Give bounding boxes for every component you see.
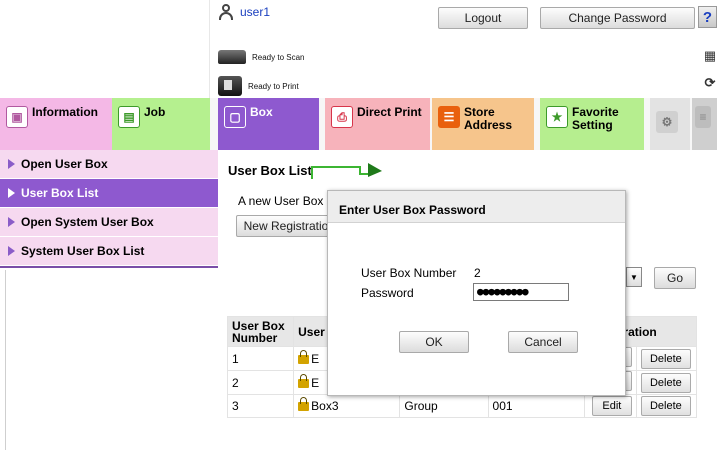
direct-print-icon: ⎙ <box>331 106 353 128</box>
lock-icon <box>298 373 310 388</box>
tab-information[interactable]: ▣ Information <box>0 98 112 150</box>
box-number-cell: 1 <box>226 346 295 371</box>
edit-button[interactable]: Edit <box>591 396 632 416</box>
box-owner-cell: 001 <box>487 394 585 418</box>
password-label: Password <box>361 286 414 300</box>
dialog-title: Enter User Box Password <box>328 191 625 223</box>
box-number-cell: 2 <box>226 370 295 395</box>
box-number-cell: 3 <box>226 394 295 418</box>
tab-store-address[interactable]: ☰ Store Address <box>432 98 534 150</box>
divider <box>5 270 6 450</box>
delete-button[interactable]: Delete <box>640 396 691 416</box>
sidebar-item-open-system-user-box[interactable]: Open System User Box <box>0 208 218 237</box>
triangle-right-icon <box>8 159 15 169</box>
sidebar: Open User Box User Box List Open System … <box>0 150 218 268</box>
password-dialog: Enter User Box Password User Box Number … <box>327 190 626 396</box>
ok-button[interactable]: OK <box>399 331 469 353</box>
sidebar-item-user-box-list[interactable]: User Box List <box>0 179 218 208</box>
username-link[interactable]: user1 <box>240 5 270 19</box>
help-button[interactable]: ? <box>698 6 717 28</box>
logout-button[interactable]: Logout <box>438 7 528 29</box>
password-field[interactable]: ●●●●●●●●● <box>473 283 569 301</box>
job-icon: ▤ <box>118 106 140 128</box>
box-name-cell: Box3 <box>293 394 401 418</box>
table-row: 3 Box3 Group 001 Edit Delete <box>226 394 698 418</box>
page-title: User Box List <box>228 163 312 178</box>
triangle-right-icon <box>8 188 15 198</box>
box-type-cell: Group <box>399 394 489 418</box>
printer-icon <box>218 76 242 96</box>
print-status-text: Ready to Print <box>248 81 299 91</box>
refresh-icon[interactable]: ⟳ <box>703 76 717 90</box>
column-header-number: User Box Number <box>226 316 295 347</box>
scanner-icon <box>218 50 246 64</box>
triangle-right-icon <box>8 246 15 256</box>
tab-box[interactable]: ▢ Box <box>218 98 319 150</box>
tab-more[interactable]: ≡ <box>692 98 717 150</box>
store-address-icon: ☰ <box>438 106 460 128</box>
box-icon: ▢ <box>224 106 246 128</box>
delete-cell: Delete <box>635 346 698 371</box>
box-number-label: User Box Number <box>361 266 457 280</box>
delete-button[interactable]: Delete <box>640 348 691 369</box>
user-icon <box>218 4 234 20</box>
header-left-blank <box>0 0 210 98</box>
chevron-down-icon[interactable]: ▼ <box>626 267 642 287</box>
network-icon[interactable]: ▦ <box>703 49 717 63</box>
tab-utility[interactable]: ⚙ <box>650 98 690 150</box>
go-button[interactable]: Go <box>654 267 696 289</box>
sidebar-item-system-user-box-list[interactable]: System User Box List <box>0 237 218 266</box>
lock-icon <box>298 397 310 411</box>
arrow-icon <box>311 163 382 179</box>
triangle-right-icon <box>8 217 15 227</box>
change-password-button[interactable]: Change Password <box>540 7 695 29</box>
new-registration-button[interactable]: New Registratio <box>236 215 336 237</box>
scan-status-text: Ready to Scan <box>252 52 305 62</box>
favorite-setting-icon: ★ <box>546 106 568 128</box>
print-status: Ready to Print <box>218 76 299 96</box>
utility-icon: ⚙ <box>656 111 678 133</box>
more-icon: ≡ <box>695 106 711 128</box>
sidebar-item-open-user-box[interactable]: Open User Box <box>0 150 218 179</box>
tab-favorite-setting[interactable]: ★ Favorite Setting <box>540 98 644 150</box>
box-number-value: 2 <box>474 266 481 280</box>
delete-button[interactable]: Delete <box>640 372 691 393</box>
description-text: A new User Box <box>238 194 324 208</box>
user-bar: user1 <box>218 4 270 20</box>
tab-job[interactable]: ▤ Job <box>112 98 210 150</box>
cancel-button[interactable]: Cancel <box>508 331 578 353</box>
delete-cell: Delete <box>635 370 698 395</box>
tab-direct-print[interactable]: ⎙ Direct Print <box>325 98 430 150</box>
edit-cell: Edit <box>583 394 637 418</box>
information-icon: ▣ <box>6 106 28 128</box>
lock-icon <box>298 349 310 364</box>
delete-cell: Delete <box>635 394 698 418</box>
scan-status: Ready to Scan <box>218 50 304 64</box>
